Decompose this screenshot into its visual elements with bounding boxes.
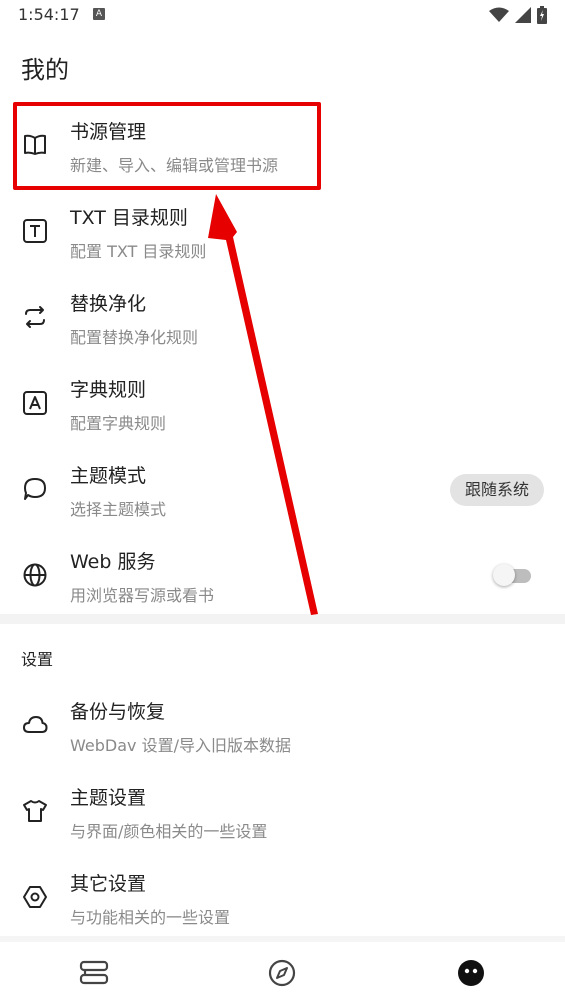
item-subtitle: 与功能相关的一些设置 xyxy=(70,908,231,927)
item-subtitle: WebDav 设置/导入旧版本数据 xyxy=(70,736,291,755)
theme-bubble-icon xyxy=(24,478,46,500)
other-settings-item[interactable]: 其它设置 与功能相关的一些设置 xyxy=(0,854,565,940)
item-title: 其它设置 xyxy=(70,873,147,895)
dictionary-a-icon xyxy=(23,391,47,415)
tshirt-icon xyxy=(23,800,47,822)
web-service-item[interactable]: Web 服务 用浏览器写源或看书 xyxy=(0,532,565,618)
item-title: 备份与恢复 xyxy=(70,701,166,723)
theme-mode-value-chip[interactable]: 跟随系统 xyxy=(449,474,544,506)
item-title: 字典规则 xyxy=(70,379,147,401)
item-subtitle: 选择主题模式 xyxy=(70,500,167,519)
txt-t-icon xyxy=(23,219,47,243)
item-subtitle: 配置替换净化规则 xyxy=(70,328,199,347)
my-face-icon xyxy=(457,960,484,986)
hexagon-settings-icon xyxy=(23,886,47,908)
replace-purify-item[interactable]: 替换净化 配置替换净化规则 xyxy=(0,274,565,360)
item-title: TXT 目录规则 xyxy=(70,207,188,229)
wifi-icon xyxy=(489,7,509,22)
settings-section-header: 设置 xyxy=(21,650,54,669)
notification-a-icon: A xyxy=(93,8,105,20)
signal-icon xyxy=(515,7,531,23)
highlight-box xyxy=(13,102,321,190)
item-subtitle: 配置 TXT 目录规则 xyxy=(70,242,207,261)
dictionary-rules-item[interactable]: 字典规则 配置字典规则 xyxy=(0,360,565,446)
status-time: 1:54:17 xyxy=(18,5,80,24)
battery-icon xyxy=(537,6,547,24)
item-title: 主题设置 xyxy=(70,787,147,809)
item-subtitle: 配置字典规则 xyxy=(70,414,167,433)
item-subtitle: 与界面/颜色相关的一些设置 xyxy=(70,822,268,841)
item-title: Web 服务 xyxy=(70,551,156,573)
nav-my[interactable] xyxy=(377,942,565,1004)
theme-settings-item[interactable]: 主题设置 与界面/颜色相关的一些设置 xyxy=(0,768,565,854)
section-divider xyxy=(0,614,565,624)
txt-toc-rules-item[interactable]: TXT 目录规则 配置 TXT 目录规则 xyxy=(0,188,565,274)
status-bar: 1:54:17 A xyxy=(0,0,565,32)
status-icons xyxy=(489,6,547,24)
item-subtitle: 用浏览器写源或看书 xyxy=(70,586,215,605)
item-title: 主题模式 xyxy=(70,465,147,487)
theme-mode-item[interactable]: 主题模式 选择主题模式 跟随系统 xyxy=(0,446,565,532)
bottom-navigation xyxy=(0,942,565,1004)
swap-arrows-icon xyxy=(25,306,45,328)
toggle-thumb xyxy=(493,564,515,586)
nav-bookshelf[interactable] xyxy=(0,942,188,1004)
item-title: 替换净化 xyxy=(70,293,147,315)
explore-compass-icon xyxy=(269,959,296,987)
globe-icon xyxy=(23,563,47,587)
backup-restore-item[interactable]: 备份与恢复 WebDav 设置/导入旧版本数据 xyxy=(0,682,565,768)
bookshelf-icon xyxy=(80,960,109,985)
page-title: 我的 xyxy=(21,56,69,84)
cloud-icon xyxy=(23,716,48,733)
web-service-toggle[interactable] xyxy=(493,564,531,586)
nav-explore[interactable] xyxy=(188,942,376,1004)
